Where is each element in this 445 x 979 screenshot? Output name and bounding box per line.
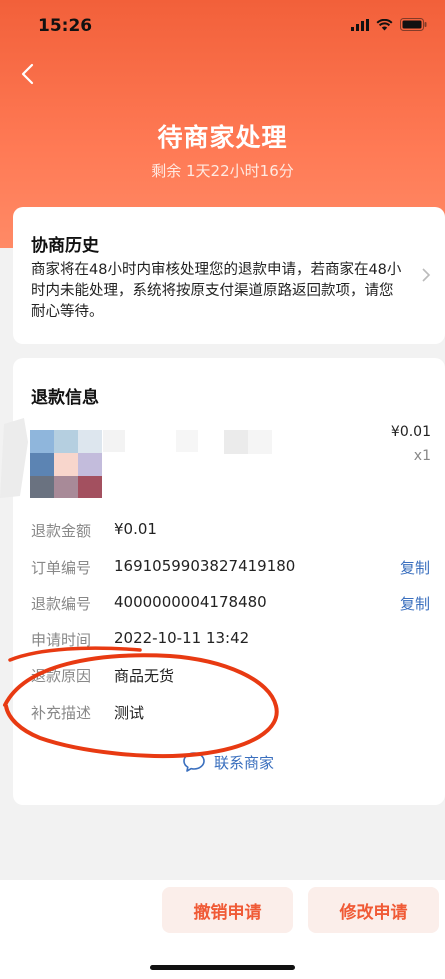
apply-time-value: 2022-10-11 13:42: [114, 629, 250, 647]
apply-time-label: 申请时间: [31, 631, 92, 649]
copy-order-number-button[interactable]: 复制: [400, 557, 430, 578]
refund-reason-value: 商品无货: [114, 667, 175, 685]
refund-info-card: 退款信息: [13, 358, 445, 805]
product-quantity: x1: [413, 448, 431, 464]
modify-request-button[interactable]: 修改申请: [308, 887, 439, 933]
page-title: 待商家处理: [157, 123, 288, 152]
order-number-value: 1691059903827419180: [114, 557, 296, 575]
product-name-blur: [103, 430, 125, 452]
refund-reason-label: 退款原因: [31, 667, 92, 685]
refund-amount-label: 退款金额: [31, 522, 92, 540]
negotiation-description: 商家将在48小时内审核处理您的退款申请，若商家在48小时内未能处理，系统将按原支…: [31, 262, 402, 320]
cancel-request-button[interactable]: 撤销申请: [162, 887, 293, 933]
product-name-blur: [248, 430, 272, 454]
status-bar: 15:26: [0, 0, 445, 52]
battery-icon: [400, 18, 427, 31]
negotiation-title: 协商历史: [31, 236, 99, 256]
product-price: ¥0.01: [390, 424, 431, 440]
remaining-time: 剩余 1天22小时16分: [151, 162, 294, 180]
contact-merchant-button[interactable]: 联系商家: [182, 751, 274, 773]
chat-bubble-icon: [183, 752, 205, 772]
wifi-icon: [376, 18, 393, 30]
signal-icon: [351, 18, 369, 31]
refund-info-title: 退款信息: [31, 388, 99, 408]
product-name-blur: [176, 430, 198, 452]
status-time: 15:26: [38, 16, 93, 36]
order-number-label: 订单编号: [31, 559, 92, 577]
negotiation-history-card[interactable]: 协商历史 商家将在48小时内审核处理您的退款申请，若商家在48小时内未能处理，系…: [13, 207, 445, 344]
refund-number-value: 4000000004178480: [114, 593, 267, 611]
product-name-blur: [224, 430, 248, 454]
contact-merchant-label: 联系商家: [214, 753, 275, 772]
product-image-blur: [0, 418, 30, 498]
back-button[interactable]: [16, 60, 40, 88]
refund-amount-value: ¥0.01: [114, 520, 157, 538]
refund-number-label: 退款编号: [31, 595, 92, 613]
home-indicator: [150, 965, 295, 970]
supplementary-description-label: 补充描述: [31, 704, 92, 722]
chevron-right-icon: [422, 268, 431, 282]
product-image[interactable]: [30, 430, 102, 498]
status-icons: [351, 18, 427, 31]
back-icon: [21, 63, 34, 85]
supplementary-description-value: 测试: [114, 704, 145, 722]
copy-refund-number-button[interactable]: 复制: [400, 593, 430, 614]
